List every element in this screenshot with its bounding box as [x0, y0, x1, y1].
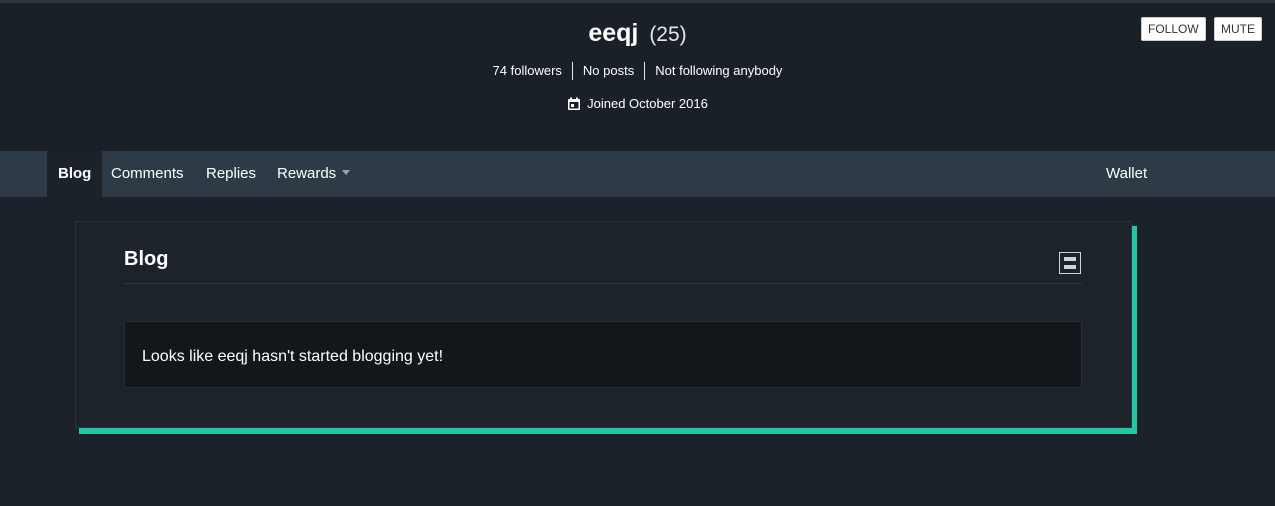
tab-comments[interactable]: Comments — [111, 151, 184, 197]
profile-title: eeqj (25) — [0, 19, 1275, 48]
following-count[interactable]: Not following anybody — [644, 62, 792, 80]
joined-date: Joined October 2016 — [0, 96, 1275, 111]
tab-replies[interactable]: Replies — [206, 151, 256, 197]
layout-toggle-icon[interactable] — [1059, 252, 1081, 274]
calendar-icon — [568, 97, 581, 110]
tab-rewards[interactable]: Rewards — [277, 151, 351, 197]
card-title: Blog — [124, 248, 169, 270]
tab-wallet[interactable]: Wallet — [1106, 151, 1147, 197]
profile-stats: 74 followers No posts Not following anyb… — [0, 62, 1275, 80]
username: eeqj — [588, 19, 639, 47]
follow-button[interactable]: FOLLOW — [1141, 17, 1206, 41]
blog-card: Blog Looks like eeqj hasn't started blog… — [75, 221, 1132, 428]
card-divider — [124, 283, 1082, 284]
mute-button[interactable]: MUTE — [1214, 17, 1262, 41]
posts-count: No posts — [571, 62, 644, 80]
tab-blog[interactable]: Blog — [47, 151, 103, 197]
profile-header: eeqj (25) 74 followers No posts Not foll… — [0, 3, 1275, 151]
followers-count[interactable]: 74 followers — [483, 62, 572, 80]
joined-label: Joined October 2016 — [587, 96, 708, 111]
layout-bar-top — [1064, 257, 1076, 261]
chevron-down-icon — [342, 169, 351, 175]
reputation-score: (25) — [649, 23, 687, 46]
empty-state: Looks like eeqj hasn't started blogging … — [124, 321, 1082, 388]
layout-bar-bottom — [1064, 265, 1076, 269]
profile-tabs: Blog Comments Replies Rewards Wallet — [0, 151, 1275, 197]
tab-rewards-label: Rewards — [277, 165, 337, 182]
empty-message: Looks like eeqj hasn't started blogging … — [142, 348, 444, 365]
